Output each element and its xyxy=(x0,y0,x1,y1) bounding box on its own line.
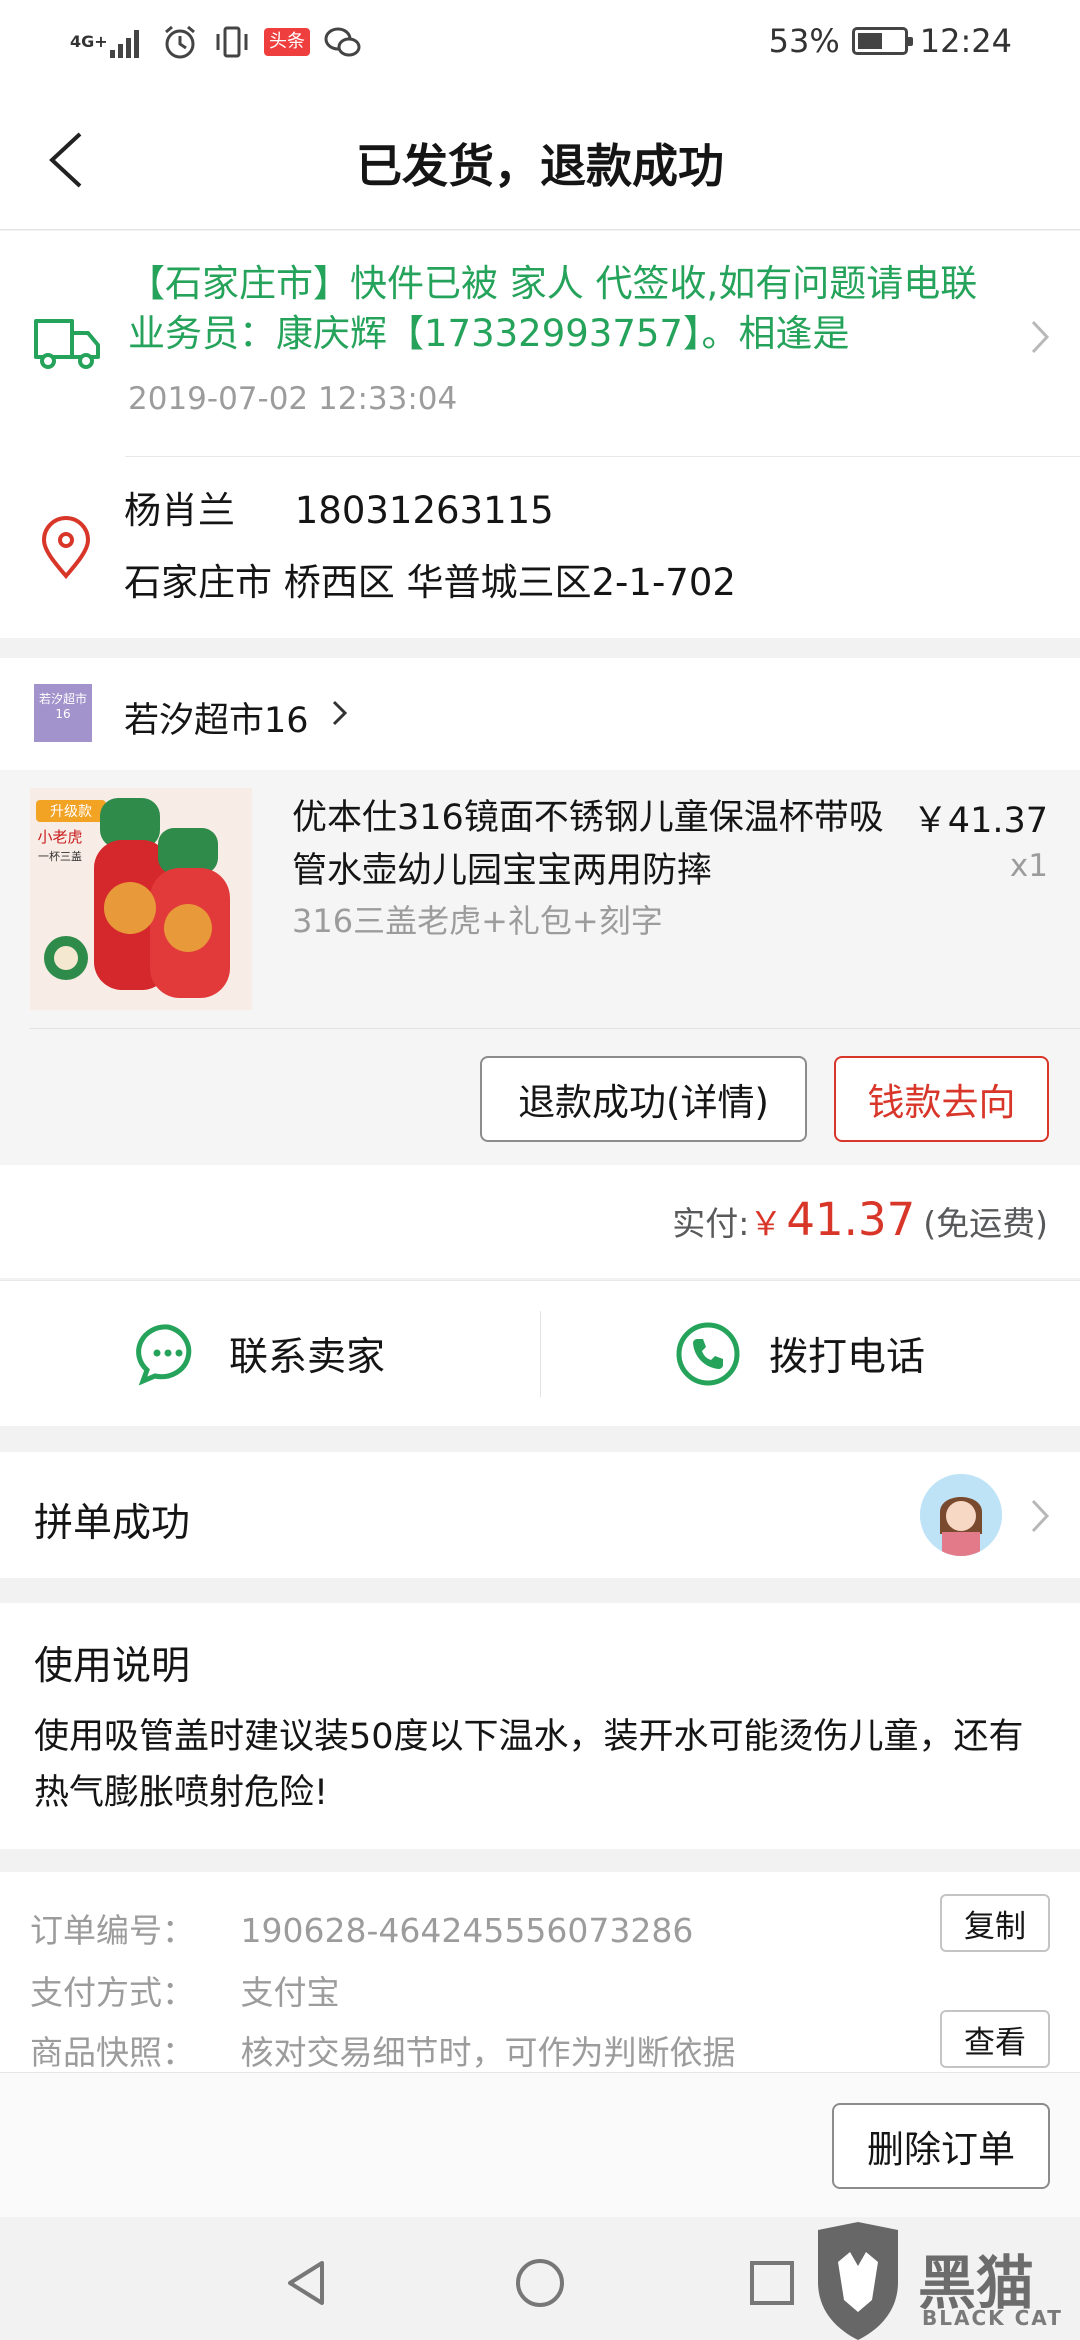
page-title: 已发货，退款成功 xyxy=(356,139,724,193)
nav-recents-icon[interactable] xyxy=(744,2255,800,2311)
payment-method-label: 支付方式： xyxy=(30,1973,195,2012)
watermark-subtitle: BLACK CAT xyxy=(922,2306,1063,2330)
status-icons-right: 53% 12:24 xyxy=(769,22,1012,60)
clock: 12:24 xyxy=(919,22,1012,60)
chat-bubble-icon xyxy=(136,1324,192,1386)
vibrate-icon xyxy=(216,26,248,58)
call-phone-button[interactable]: 拨打电话 xyxy=(675,1281,925,1427)
shipping-note: (免运费) xyxy=(923,1204,1048,1243)
payment-summary: 实付: ￥ 41.37 (免运费) xyxy=(0,1165,1080,1278)
snapshot-label: 商品快照： xyxy=(30,2033,195,2072)
usage-text: 使用吸管盖时建议装50度以下温水，装开水可能烫伤儿童，还有热气膨胀喷射危险! xyxy=(34,1717,1024,1813)
network-type: 4G+ xyxy=(70,32,108,51)
money-flow-button[interactable]: 钱款去向 xyxy=(834,1056,1049,1142)
group-order-row[interactable]: 拼单成功 xyxy=(0,1452,1080,1578)
delete-order-button[interactable]: 删除订单 xyxy=(832,2103,1050,2189)
snapshot-text: 核对交易细节时，可作为判断依据 xyxy=(240,2033,736,2072)
paid-line: 实付: ￥ 41.37 (免运费) xyxy=(672,1193,1048,1246)
phone-icon xyxy=(676,1322,740,1386)
divider xyxy=(540,1311,541,1397)
header: 已发货，退款成功 xyxy=(0,90,1080,230)
refund-details-button[interactable]: 退款成功(详情) xyxy=(480,1056,807,1142)
view-snapshot-button[interactable]: 查看 xyxy=(940,2010,1050,2068)
signal-icon xyxy=(110,30,139,58)
logistics-time: 2019-07-02 12:33:04 xyxy=(128,381,458,417)
address-section: 杨肖兰 18031263115 石家庄市 桥西区 华普城三区2-1-702 xyxy=(0,456,1080,638)
order-number: 190628-464245556073286 xyxy=(240,1911,694,1950)
black-cat-watermark: 黑猫 BLACK CAT xyxy=(808,2222,1078,2340)
logistics-message: 【石家庄市】快件已被 家人 代签收,如有问题请电联业务员：康庆辉【1733299… xyxy=(128,262,978,355)
chevron-right-icon xyxy=(1031,1499,1050,1533)
store-name: 若汐超市16 xyxy=(124,701,309,741)
nav-back-icon[interactable] xyxy=(280,2255,336,2311)
product-image[interactable]: 升级款 小老虎 一杯三盖 xyxy=(30,788,252,1010)
avatar xyxy=(920,1474,1002,1556)
copy-button[interactable]: 复制 xyxy=(940,1894,1050,1952)
usage-instructions: 使用说明 使用吸管盖时建议装50度以下温水，装开水可能烫伤儿童，还有热气膨胀喷射… xyxy=(0,1603,1080,1849)
contact-seller-label: 联系卖家 xyxy=(229,1335,386,1380)
image-badge-upgrade: 升级款 xyxy=(50,804,92,820)
toutiao-notification-icon: 头条 xyxy=(264,28,310,56)
alarm-icon xyxy=(165,25,195,59)
location-pin-icon xyxy=(41,516,91,580)
payment-method: 支付宝 xyxy=(240,1973,340,2012)
order-info: 订单编号： 190628-464245556073286 复制 支付方式： 支付… xyxy=(0,1872,1080,2072)
recipient-contact: 杨肖兰 18031263115 xyxy=(124,480,602,534)
call-phone-label: 拨打电话 xyxy=(769,1335,926,1380)
recipient-phone: 18031263115 xyxy=(294,489,554,532)
bottle-illustration: 升级款 小老虎 一杯三盖 xyxy=(30,788,252,1010)
chevron-right-icon xyxy=(1031,320,1050,354)
wechat-icon xyxy=(324,27,361,57)
product-price: ￥41.37 xyxy=(912,801,1048,841)
usage-title: 使用说明 xyxy=(34,1644,191,1689)
image-badge-tiger: 小老虎 xyxy=(37,828,82,846)
status-bar: 4G+ 头条 53% 12:24 xyxy=(0,0,1080,90)
payment-method-row: 支付方式： 支付宝 xyxy=(30,1966,340,2014)
chevron-right-icon xyxy=(332,700,348,726)
divider xyxy=(30,1028,1080,1029)
product-quantity: x1 xyxy=(1009,848,1048,884)
store-header[interactable]: 若汐超市16 若汐超市16 xyxy=(0,658,1080,770)
delivery-truck-icon xyxy=(34,319,100,369)
product-title[interactable]: 优本仕316镜面不锈钢儿童保温杯带吸管水壶幼儿园宝宝两用防摔 xyxy=(292,792,892,898)
recipient-name: 杨肖兰 xyxy=(124,489,235,532)
contact-bar: 联系卖家 拨打电话 xyxy=(0,1280,1080,1426)
battery-percent: 53% xyxy=(768,22,840,60)
contact-seller-button[interactable]: 联系卖家 xyxy=(135,1281,385,1427)
order-number-label: 订单编号： xyxy=(30,1911,195,1950)
snapshot-row: 商品快照： 核对交易细节时，可作为判断依据 xyxy=(30,2026,736,2072)
product-card: 升级款 小老虎 一杯三盖 优本仕316镜面不锈钢儿童保温杯带吸管水壶幼儿园宝宝两… xyxy=(0,770,1080,1165)
logistics-section[interactable]: 【石家庄市】快件已被 家人 代签收,如有问题请电联业务员：康庆辉【1733299… xyxy=(0,231,1080,456)
store-logo: 若汐超市16 xyxy=(34,684,92,742)
paid-label: 实付: xyxy=(672,1204,750,1243)
bottom-action-bar: 删除订单 xyxy=(0,2072,1080,2217)
battery-icon xyxy=(851,27,913,55)
group-order-label: 拼单成功 xyxy=(34,1501,191,1546)
product-sku: 316三盖老虎+礼包+刻字 xyxy=(292,902,663,940)
paid-amount: 41.37 xyxy=(786,1193,916,1246)
order-number-row: 订单编号： 190628-464245556073286 xyxy=(30,1904,693,1952)
status-icons-left: 4G+ 头条 xyxy=(70,22,362,62)
paid-currency: ￥ xyxy=(749,1204,783,1243)
nav-home-icon[interactable] xyxy=(512,2255,568,2311)
image-badge-lids: 一杯三盖 xyxy=(38,849,82,863)
black-cat-logo-icon xyxy=(818,2222,898,2340)
recipient-address: 石家庄市 桥西区 华普城三区2-1-702 xyxy=(124,561,736,604)
